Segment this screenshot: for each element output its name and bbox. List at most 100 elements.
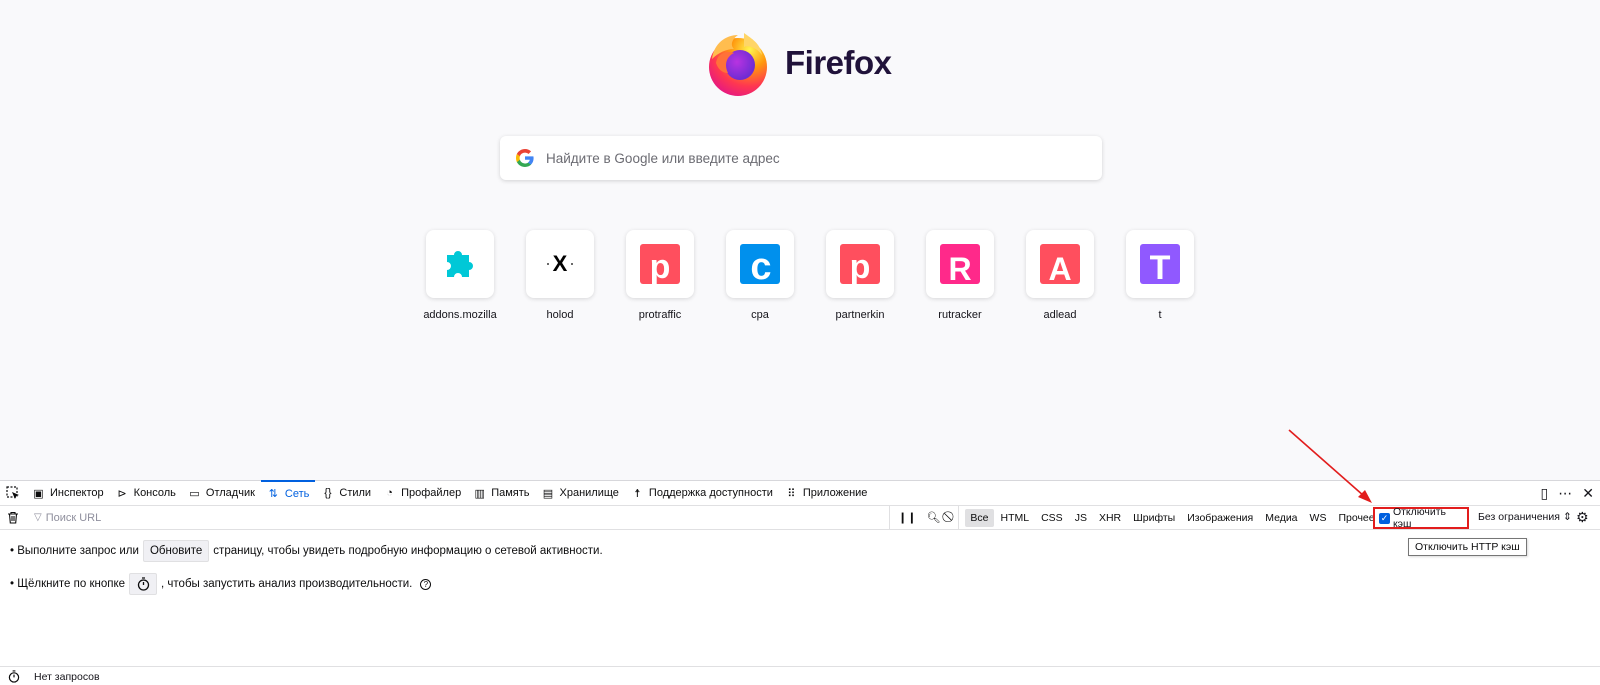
search-input[interactable]: Найдите в Google или введите адрес (500, 136, 1102, 180)
new-tab-page: Firefox Найдите в Google или введите адр… (0, 0, 1600, 480)
throttling-select[interactable]: Без ограничения ⇕ (1478, 511, 1572, 523)
tile-label: cpa (751, 309, 769, 321)
filter-media-button[interactable]: Медиа (1260, 509, 1302, 527)
tile-icon-box: X (526, 230, 594, 298)
request-type-filters: Все HTML CSS JS XHR Шрифты Изображения М… (959, 508, 1379, 527)
tile-icon-box: p (626, 230, 694, 298)
reload-hint-text-after: страницу, чтобы увидеть подробную информ… (213, 545, 603, 557)
top-site-tile[interactable]: T t (1110, 230, 1210, 321)
filter-css-button[interactable]: CSS (1036, 509, 1068, 527)
tile-icon-box: A (1026, 230, 1094, 298)
tab-label: Сеть (284, 487, 310, 500)
svg-text:R: R (948, 251, 971, 285)
request-count-status: Нет запросов (34, 670, 100, 683)
tile-icon-box: T (1126, 230, 1194, 298)
application-icon: ⠿ (787, 487, 796, 500)
p-letter-icon: p (640, 244, 680, 285)
performance-stopwatch-icon[interactable] (0, 670, 28, 683)
network-toolbar: ▽ Поиск URL ❙❙ 🔍︎ ⃠ Все HTML CSS JS XHR … (0, 506, 1600, 530)
tab-profiler[interactable]: ◔ Профайлер (377, 481, 467, 505)
profiler-icon: ◔ (386, 487, 393, 499)
a-letter-icon: A (1040, 244, 1080, 285)
tab-accessibility[interactable]: ☨ Поддержка доступности (625, 481, 779, 505)
filter-ws-button[interactable]: WS (1305, 509, 1332, 527)
network-status-bar: Нет запросов (0, 666, 1600, 685)
performance-analysis-button[interactable] (129, 573, 158, 595)
inspector-icon: ▣ (33, 487, 44, 500)
top-site-tile[interactable]: addons.mozilla (410, 230, 510, 321)
trash-icon (8, 511, 18, 524)
tab-label: Консоль (133, 487, 176, 499)
performance-hint-text: • Щёлкните по кнопке (10, 578, 126, 590)
network-empty-state: • Выполните запрос или Обновите страницу… (0, 531, 1600, 666)
tab-memory[interactable]: ▥ Память (467, 481, 535, 505)
tile-label: rutracker (938, 309, 982, 321)
console-icon: ⊳ (117, 487, 127, 500)
c-letter-icon: c (740, 244, 780, 285)
svg-text:X: X (553, 251, 568, 276)
tab-inspector[interactable]: ▣ Инспектор (26, 481, 110, 505)
tile-label: protraffic (638, 309, 682, 321)
tile-icon-box: R (926, 230, 994, 298)
element-picker-button[interactable] (0, 481, 26, 505)
responsive-design-icon[interactable]: ▯ (1541, 485, 1549, 502)
tab-application[interactable]: ⠿ Приложение (779, 481, 874, 505)
tab-label: Отладчик (205, 487, 255, 499)
p-letter-icon: p (840, 244, 880, 285)
top-sites: addons.mozilla X holod p protraffic c cp… (410, 230, 1210, 321)
tile-label: holod (546, 309, 574, 321)
svg-text:p: p (850, 248, 871, 285)
tile-icon-box: c (726, 230, 794, 298)
top-site-tile[interactable]: A adlead (1010, 230, 1110, 321)
performance-hint: • Щёлкните по кнопке , чтобы запустить а… (10, 573, 432, 595)
pause-icon[interactable]: ❙❙ (898, 511, 916, 524)
top-site-tile[interactable]: X holod (510, 230, 610, 321)
filter-url-input[interactable]: ▽ Поиск URL (26, 506, 890, 529)
filter-fonts-button[interactable]: Шрифты (1128, 509, 1180, 527)
tile-label: adlead (1043, 309, 1077, 321)
firefox-logo-icon (709, 33, 767, 96)
select-arrows-icon: ⇕ (1562, 511, 1572, 523)
stopwatch-icon (137, 577, 149, 591)
top-site-tile[interactable]: p partnerkin (810, 230, 910, 321)
close-icon[interactable]: ✕ (1582, 485, 1594, 502)
tab-label: Стили (339, 487, 372, 499)
debugger-icon: ▭ (189, 487, 200, 500)
tab-label: Память (491, 487, 530, 499)
tab-style-editor[interactable]: {} Стили (315, 481, 377, 505)
filter-html-button[interactable]: HTML (996, 509, 1035, 527)
filter-xhr-button[interactable]: XHR (1094, 509, 1126, 527)
top-site-tile[interactable]: R rutracker (910, 230, 1010, 321)
top-site-tile[interactable]: c cpa (710, 230, 810, 321)
r-letter-icon: R (940, 244, 980, 285)
devtools-tabbar: ▣ Инспектор ⊳ Консоль ▭ Отладчик ⇅ Сеть {} Ст… (0, 480, 1600, 506)
accessibility-icon: ☨ (634, 487, 641, 500)
reload-hint: • Выполните запрос или Обновите страницу… (10, 540, 603, 562)
devtools-panel: ▣ Инспектор ⊳ Консоль ▭ Отладчик ⇅ Сеть {} Ст… (0, 480, 1600, 685)
puzzle-icon (447, 251, 473, 277)
more-options-icon[interactable]: ⋯ (1558, 485, 1572, 502)
filter-icon: ▽ (34, 512, 42, 523)
disable-cache-checkbox[interactable]: ✓ Отключить кэш (1373, 506, 1469, 530)
reload-hint-text: • Выполните запрос или (10, 545, 139, 557)
top-site-tile[interactable]: p protraffic (610, 230, 710, 321)
clear-requests-button[interactable] (0, 511, 26, 524)
tile-icon-box: p (826, 230, 894, 298)
tab-debugger[interactable]: ▭ Отладчик (182, 481, 261, 505)
firefox-brand: Firefox (704, 28, 892, 98)
checkbox-checked-icon: ✓ (1379, 512, 1390, 524)
tab-storage[interactable]: ▤ Хранилище (536, 481, 625, 505)
search-icon[interactable]: 🔍︎ (926, 511, 940, 524)
reload-button[interactable]: Обновите (142, 540, 210, 562)
t-letter-icon: T (1140, 244, 1180, 285)
filter-all-button[interactable]: Все (965, 508, 994, 527)
gear-icon[interactable]: ⚙ (1576, 509, 1589, 526)
filter-images-button[interactable]: Изображения (1182, 509, 1258, 527)
tab-network[interactable]: ⇅ Сеть (260, 480, 316, 505)
svg-text:T: T (1150, 249, 1171, 285)
filter-js-button[interactable]: JS (1070, 509, 1092, 527)
tab-console[interactable]: ⊳ Консоль (110, 481, 182, 505)
tile-label: t (1158, 309, 1162, 321)
throttling-label: Без ограничения (1478, 511, 1560, 523)
help-icon[interactable]: ? (420, 578, 432, 590)
